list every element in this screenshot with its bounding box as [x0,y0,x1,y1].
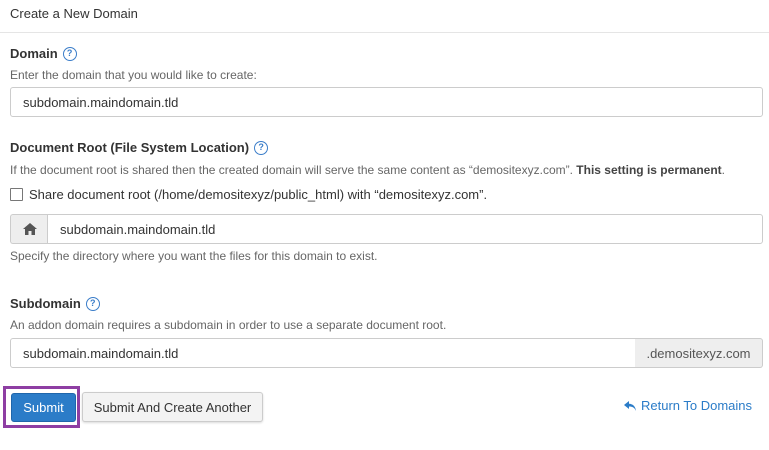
document-root-hint: Specify the directory where you want the… [10,249,378,263]
document-root-label: Document Root (File System Location) [10,140,250,155]
document-root-label-row: Document Root (File System Location) ? [10,140,269,155]
submit-button[interactable]: Submit [11,393,76,422]
document-root-description: If the document root is shared then the … [10,163,725,177]
submit-and-create-another-button[interactable]: Submit And Create Another [82,392,263,422]
document-root-description-end: . [721,163,725,177]
domain-label: Domain [10,46,58,61]
home-icon [22,223,37,235]
subdomain-description: An addon domain requires a subdomain in … [10,318,447,332]
page-title: Create a New Domain [10,6,138,21]
subdomain-input-value: subdomain.maindomain.tld [23,345,179,361]
document-root-input-value: subdomain.maindomain.tld [60,221,216,237]
domain-input[interactable]: subdomain.maindomain.tld [10,87,763,117]
document-root-description-text: If the document root is shared then the … [10,163,573,177]
domain-label-row: Domain ? [10,46,77,61]
subdomain-suffix: .demositexyz.com [635,338,763,368]
subdomain-label-row: Subdomain ? [10,296,100,311]
title-divider [0,32,769,33]
share-root-row[interactable]: Share document root (/home/demositexyz/p… [10,187,487,202]
domain-input-value: subdomain.maindomain.tld [23,94,179,110]
share-root-label: Share document root (/home/demositexyz/p… [29,187,488,202]
document-root-permanent-note: This setting is permanent [576,163,722,177]
subdomain-label: Subdomain [10,296,81,311]
share-root-checkbox[interactable] [10,188,23,201]
document-root-help-icon[interactable]: ? [254,140,269,155]
document-root-input[interactable]: subdomain.maindomain.tld [47,214,763,244]
home-addon [10,214,48,244]
subdomain-help-icon[interactable]: ? [85,296,100,311]
return-to-domains-link[interactable]: Return To Domains [624,398,752,413]
return-arrow-icon [624,400,636,411]
subdomain-input[interactable]: subdomain.maindomain.tld [10,338,636,368]
return-to-domains-label: Return To Domains [641,398,753,413]
domain-description: Enter the domain that you would like to … [10,68,257,82]
domain-help-icon[interactable]: ? [62,46,77,61]
